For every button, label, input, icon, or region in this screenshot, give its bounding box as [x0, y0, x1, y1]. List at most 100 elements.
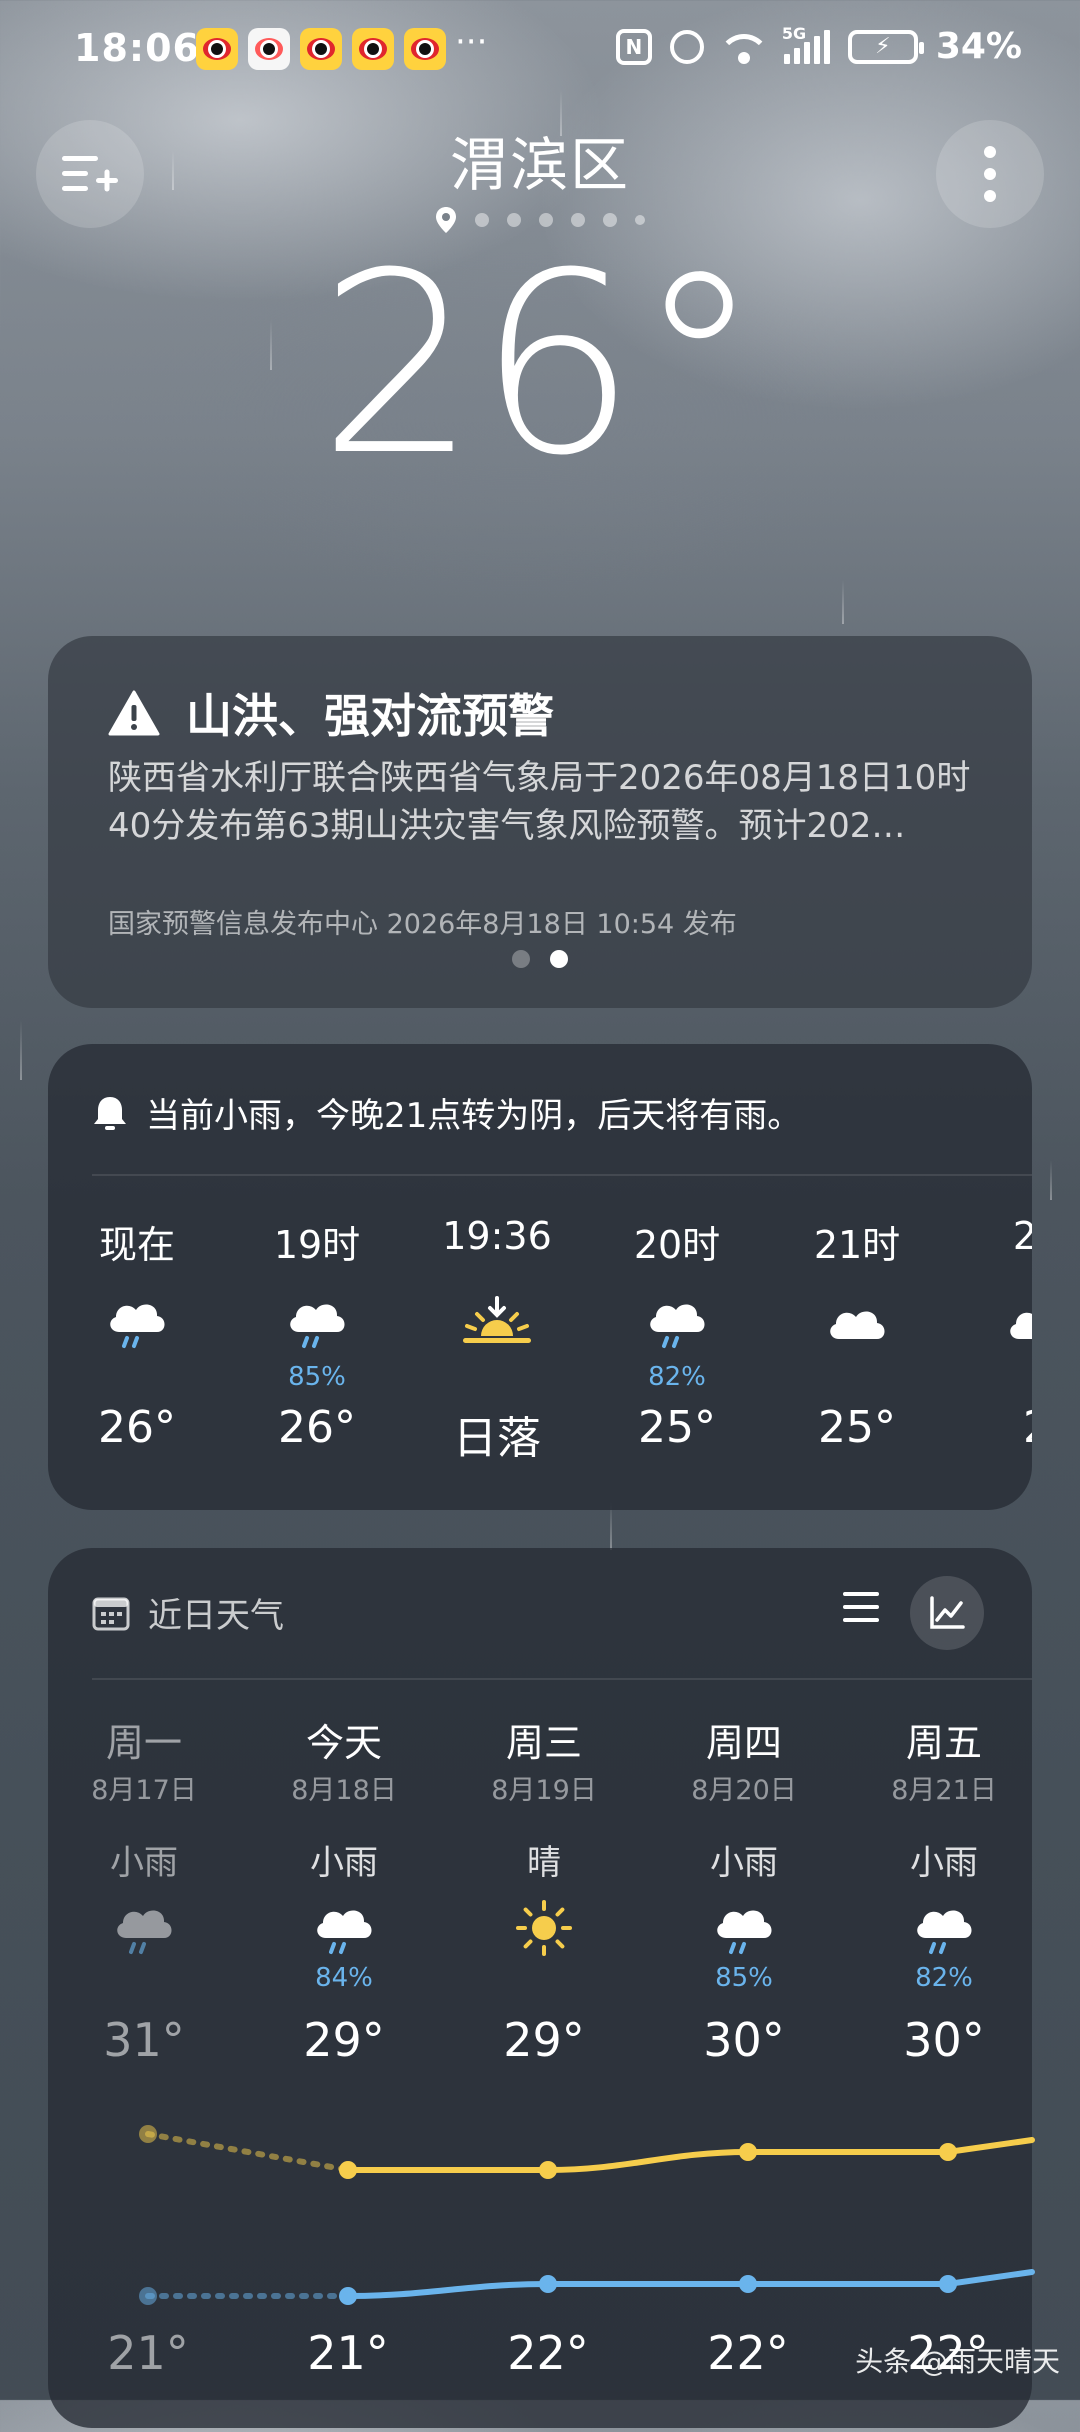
- hour-precip: [772, 1362, 942, 1396]
- day-high: 29°: [303, 2013, 385, 2067]
- hourly-item: 20时 82% 25°: [592, 1214, 762, 1453]
- day-precip: [444, 1963, 644, 1997]
- high-temperature-point: [339, 2161, 357, 2179]
- hour-temperature: 26°: [98, 1402, 176, 1453]
- hourly-summary-row: 当前小雨，今晚21点转为阴，后天将有雨。: [92, 1088, 801, 1137]
- day-precip: [44, 1963, 244, 1997]
- forecast-day: 周一 8月17日 小雨 31°: [44, 1712, 244, 2067]
- day-weekday: 周一: [105, 1721, 182, 1765]
- hour-time: 现在: [98, 1223, 175, 1267]
- hourly-item: 21时 25°: [772, 1214, 942, 1453]
- hour-temperature: 25°: [638, 1402, 716, 1453]
- low-temperature-point: [339, 2287, 357, 2305]
- hour-temperature: 25°: [818, 1402, 896, 1453]
- high-temperature-point: [539, 2161, 557, 2179]
- alert-title: 山洪、强对流预警: [186, 689, 554, 743]
- low-temperature-point: [739, 2275, 757, 2293]
- hour-precip: 82%: [648, 1362, 706, 1392]
- page-dot: [512, 950, 530, 968]
- hour-precip: [412, 1362, 582, 1396]
- day-weekday: 周四: [705, 1721, 782, 1765]
- day-precip: 82%: [915, 1963, 973, 1993]
- high-temperature-line: [345, 2137, 1035, 2173]
- low-temperature-line: [345, 2269, 1035, 2299]
- hour-precip: [52, 1362, 222, 1396]
- rain-cloud-icon: [844, 1893, 1044, 1963]
- sunset-label: 日落: [453, 1413, 541, 1464]
- signal-icon: 5G: [782, 24, 830, 64]
- forecast-day: 周五 8月21日 小雨 82% 30°: [844, 1712, 1044, 2067]
- day-weekday: 周三: [505, 1721, 582, 1765]
- chart-view-button[interactable]: [910, 1576, 984, 1650]
- high-temperature-point: [139, 2125, 157, 2143]
- list-view-button[interactable]: [842, 1590, 880, 1628]
- day-condition: 小雨: [710, 1843, 778, 1883]
- more-notifications-indicator: ···: [455, 22, 488, 62]
- hour-time: 20时: [633, 1223, 721, 1267]
- forecast-header: 近日天气: [92, 1588, 284, 1637]
- alert-source: 国家预警信息发布中心 2026年8月18日 10:54 发布: [108, 909, 737, 940]
- temperature-trend-chart: [139, 2125, 1035, 2305]
- forecast-day: 周三 8月19日 晴 29°: [444, 1712, 644, 2067]
- status-time: 18:06: [74, 26, 200, 70]
- day-condition: 小雨: [110, 1843, 178, 1883]
- hourly-item: 现在 26°: [52, 1214, 222, 1453]
- bell-icon: [94, 1096, 126, 1130]
- alert-title-row: 山洪、强对流预警: [108, 680, 554, 746]
- day-weekday: 周五: [905, 1721, 982, 1765]
- day-date: 8月18日: [291, 1775, 397, 1806]
- hour-temperature: 2: [952, 1402, 1032, 1453]
- divider: [92, 1678, 1032, 1680]
- network-type: 5G: [781, 23, 807, 43]
- cloud-icon: [952, 1282, 1032, 1362]
- sunset-icon: [412, 1282, 582, 1362]
- day-high: 30°: [703, 2013, 785, 2067]
- hour-time: 22: [1012, 1214, 1032, 1258]
- app-notification-icon: [248, 28, 290, 70]
- warning-icon: [108, 690, 160, 736]
- forecast-day: 周四 8月20日 小雨 85% 30°: [644, 1712, 844, 2067]
- watermark: 头条 @雨天晴天: [855, 2345, 1060, 2378]
- calendar-icon: [92, 1597, 130, 1630]
- page-dot-active: [550, 950, 568, 968]
- day-weekday: 今天: [305, 1721, 382, 1765]
- divider: [92, 1174, 1032, 1176]
- status-bar: 18:06 ··· N 5G ⚡ 34%: [0, 20, 1080, 80]
- day-high: 31°: [103, 2013, 185, 2067]
- day-low: 22°: [707, 2326, 789, 2380]
- list-icon: [843, 1592, 879, 1622]
- day-date: 8月20日: [691, 1775, 797, 1806]
- weibo-icon: [196, 28, 238, 70]
- nfc-icon: N: [615, 28, 652, 65]
- low-temperature-point: [539, 2275, 557, 2293]
- low-temperature-point: [939, 2275, 957, 2293]
- battery-level: 34%: [935, 26, 1022, 67]
- cloud-icon: [772, 1282, 942, 1362]
- rain-cloud-icon: [592, 1282, 762, 1362]
- day-precip: 84%: [315, 1963, 373, 1993]
- day-condition: 小雨: [910, 1843, 978, 1883]
- notification-icons: [196, 28, 446, 70]
- weibo-icon: [404, 28, 446, 70]
- alert-body: 陕西省水利厅联合陕西省气象局于2026年08月18日10时40分发布第63期山洪…: [108, 758, 971, 846]
- high-temperature-point: [739, 2143, 757, 2161]
- hourly-list[interactable]: 现在 26° 19时 85% 26° 19:36 日落 20时 82% 25° …: [48, 1214, 1032, 1494]
- day-date: 8月19日: [491, 1775, 597, 1806]
- wifi-icon: [721, 30, 766, 64]
- hour-temperature: 26°: [278, 1402, 356, 1453]
- city-name[interactable]: 渭滨区: [0, 118, 1080, 202]
- current-temperature: 26°: [318, 219, 762, 510]
- hourly-summary: 当前小雨，今晚21点转为阴，后天将有雨。: [146, 1096, 802, 1136]
- alert-card[interactable]: 山洪、强对流预警 陕西省水利厅联合陕西省气象局于2026年08月18日10时40…: [48, 636, 1032, 1008]
- hour-precip: [952, 1362, 1032, 1396]
- hourly-card: 当前小雨，今晚21点转为阴，后天将有雨。 现在 26° 19时 85% 26° …: [48, 1044, 1032, 1510]
- rain-cloud-icon: [644, 1893, 844, 1963]
- alert-pager[interactable]: [48, 950, 1032, 968]
- forecast-title: 近日天气: [148, 1596, 284, 1636]
- line-chart-icon: [930, 1596, 965, 1629]
- day-date: 8月21日: [891, 1775, 997, 1806]
- forecast-day: 今天 8月18日 小雨 84% 29°: [244, 1712, 444, 2067]
- hour-time: 21时: [813, 1223, 901, 1267]
- day-high: 29°: [503, 2013, 585, 2067]
- hourly-item: 19时 85% 26°: [232, 1214, 402, 1453]
